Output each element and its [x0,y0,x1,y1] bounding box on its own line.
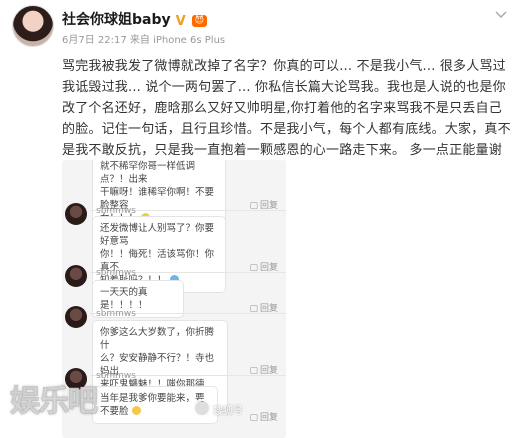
chat-line: 就不稀罕你哥一样低调点？！出来 [100,161,196,185]
chat-username[interactable]: sbmmws [96,371,136,381]
smile-emoji-icon [131,406,141,415]
chevron-down-icon[interactable] [494,8,508,22]
vip-badge-icon: 😈 [191,15,208,27]
chat-username[interactable]: sbmmws [96,268,136,278]
post-header: 社会你球姐baby V 😈 6月7日 22:17 来自 iPhone 6s Plus [0,0,530,52]
watermark-channel: 搜狐号 [213,406,243,417]
post-meta: 6月7日 22:17 来自 iPhone 6s Plus [62,35,226,46]
chat-line: 你爹这么大岁数了，你折腾什 [100,327,215,351]
username[interactable]: 社会你球姐baby V 😈 [62,9,208,29]
chat-username[interactable]: sbmmws [96,309,136,319]
avatar[interactable] [12,5,54,47]
watermark-text: 娱乐吧 [10,384,99,420]
avatar[interactable] [65,203,87,225]
avatar[interactable] [65,265,87,287]
sohu-logo-icon [193,399,211,417]
chat-username[interactable]: sbmmws [96,206,136,216]
avatar[interactable] [65,306,87,328]
chat-line: 当年是我爹你要能来，要不要脸 [100,393,205,417]
reply-button[interactable]: ▢ 回复 [249,410,278,423]
verified-icon: V [175,14,186,29]
username-text[interactable]: 社会你球姐baby [62,12,171,28]
chat-line: 还发微博让人别骂了？你要好意骂 [100,223,215,247]
reply-icon: ▢ [249,413,258,423]
